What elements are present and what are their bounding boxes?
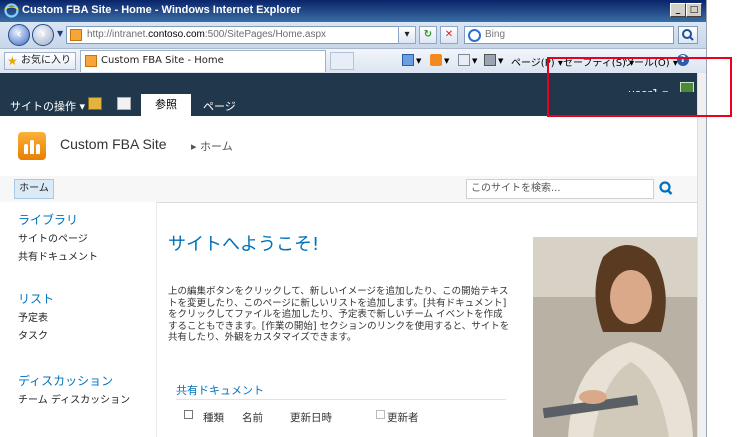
column-modified[interactable]: 更新日時 <box>290 410 332 425</box>
mail-icon[interactable] <box>458 54 470 66</box>
url-text: http://intranet.contoso.com:500/SitePage… <box>87 29 327 40</box>
history-dropdown-icon[interactable]: ▼ <box>57 29 63 38</box>
column-name[interactable]: 名前 <box>242 410 263 425</box>
forward-button[interactable]: › <box>32 24 54 46</box>
nav-discussions-heading[interactable]: ディスカッション <box>18 372 113 389</box>
column-modified-by[interactable]: 更新者 <box>387 410 419 425</box>
tab-page[interactable]: ページ <box>203 98 236 114</box>
woman-with-laptop-illustration <box>533 237 698 437</box>
minimize-button[interactable]: _ <box>670 3 686 17</box>
page-favicon-icon <box>70 29 82 41</box>
shared-documents-title[interactable]: 共有ドキュメント <box>176 382 264 398</box>
vertical-scrollbar[interactable] <box>697 73 706 437</box>
nav-lists-heading[interactable]: リスト <box>18 290 54 307</box>
bing-search-input[interactable]: Bing <box>464 26 674 44</box>
breadcrumb: ▸ ホーム <box>191 140 233 153</box>
title-bar: Custom FBA Site - Home - Windows Interne… <box>0 0 706 22</box>
nav-site-pages[interactable]: サイトのページ <box>18 230 88 245</box>
site-header: Custom FBA Site ▸ ホーム <box>0 116 706 177</box>
url-dropdown-icon[interactable]: ▾ <box>398 26 416 44</box>
home-icon[interactable] <box>402 54 414 66</box>
window-title: Custom FBA Site - Home - Windows Interne… <box>22 4 301 16</box>
site-title[interactable]: Custom FBA Site <box>60 136 167 152</box>
nav-calendar[interactable]: 予定表 <box>18 309 48 324</box>
bing-search-placeholder: Bing <box>485 29 506 40</box>
select-all-checkbox[interactable] <box>184 410 193 419</box>
nav-libraries-heading[interactable]: ライブラリ <box>18 211 78 228</box>
welcome-heading: サイトへようこそ! <box>168 234 320 255</box>
site-actions-menu[interactable]: サイトの操作 ▾ <box>10 98 85 114</box>
rss-feed-icon[interactable] <box>430 54 442 66</box>
mail-dropdown-icon[interactable]: ▼ <box>472 57 477 65</box>
nav-home[interactable]: ホーム <box>14 179 54 199</box>
favorites-star-icon: ★ <box>7 54 18 68</box>
home-dropdown-icon[interactable]: ▼ <box>416 57 421 65</box>
nav-shared-documents[interactable]: 共有ドキュメント <box>18 248 98 263</box>
annotation-highlight-box <box>547 57 732 117</box>
tab-browse[interactable]: 参照 <box>141 94 191 116</box>
column-type[interactable]: 種類 <box>203 410 224 425</box>
navigate-up-icon[interactable] <box>88 97 102 110</box>
back-button[interactable]: ‹ <box>8 24 30 46</box>
browser-tab[interactable]: Custom FBA Site - Home <box>80 50 326 72</box>
refresh-icon[interactable]: ↻ <box>419 26 437 44</box>
site-search-icon[interactable] <box>656 179 676 199</box>
site-search-input[interactable]: このサイトを検索... <box>466 179 654 199</box>
favorites-button[interactable]: ★ お気に入り <box>4 52 76 70</box>
stop-icon[interactable]: ✕ <box>440 26 458 44</box>
bing-icon <box>468 29 481 42</box>
modified-by-column-checkbox <box>376 410 385 419</box>
ie-logo-icon <box>4 3 19 18</box>
url-input[interactable]: http://intranet.contoso.com:500/SitePage… <box>66 26 414 44</box>
search-go-button[interactable] <box>678 26 698 44</box>
search-icon <box>682 29 694 41</box>
edit-page-icon[interactable] <box>117 97 131 110</box>
maximize-button[interactable]: □ <box>686 3 702 17</box>
welcome-description: 上の編集ボタンをクリックして、新しいイメージを追加したり、この開始テキストを変更… <box>168 286 510 343</box>
nav-tasks[interactable]: タスク <box>18 327 48 342</box>
site-logo-icon[interactable] <box>18 132 46 160</box>
top-navigation: ホーム このサイトを検索... <box>0 176 706 203</box>
divider <box>176 399 506 400</box>
tab-favicon-icon <box>85 55 97 67</box>
new-tab-button[interactable] <box>330 52 354 70</box>
print-icon[interactable] <box>484 54 496 66</box>
welcome-photo <box>533 237 698 437</box>
address-bar: ‹ › ▼ http://intranet.contoso.com:500/Si… <box>0 22 706 49</box>
tab-label: Custom FBA Site - Home <box>101 55 224 66</box>
favorites-label: お気に入り <box>21 55 71 66</box>
rss-dropdown-icon[interactable]: ▼ <box>444 57 449 65</box>
print-dropdown-icon[interactable]: ▼ <box>498 57 503 65</box>
quick-launch: ライブラリ サイトのページ 共有ドキュメント リスト 予定表 タスク ディスカッ… <box>0 202 157 437</box>
nav-team-discussion[interactable]: チーム ディスカッション <box>18 391 130 406</box>
breadcrumb-current: ホーム <box>200 140 233 153</box>
